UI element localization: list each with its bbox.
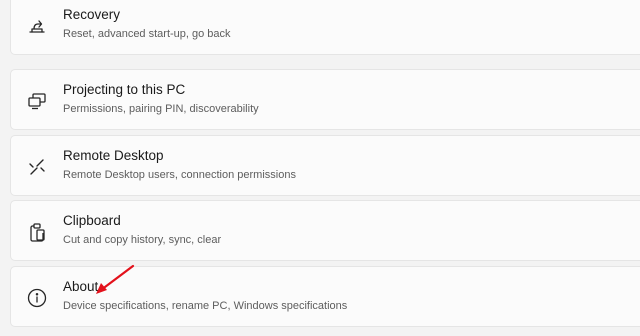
settings-item-projecting[interactable]: Projecting to this PC Permissions, pairi… xyxy=(10,69,640,130)
settings-item-title: Remote Desktop xyxy=(63,148,164,163)
settings-item-title: Recovery xyxy=(63,7,121,22)
settings-item-subtitle: Permissions, pairing PIN, discoverabilit… xyxy=(63,103,259,115)
settings-item-subtitle: Device specifications, rename PC, Window… xyxy=(63,300,348,312)
recovery-icon xyxy=(26,15,48,37)
remote-desktop-icon xyxy=(26,156,48,178)
settings-item-subtitle: Cut and copy history, sync, clear xyxy=(63,234,222,246)
info-icon xyxy=(26,287,48,309)
settings-item-title: About xyxy=(63,279,99,294)
projecting-icon xyxy=(26,90,48,112)
settings-item-title: Projecting to this PC xyxy=(63,82,186,97)
settings-item-subtitle: Remote Desktop users, connection permiss… xyxy=(63,169,296,181)
settings-item-recovery[interactable]: Recovery Reset, advanced start-up, go ba… xyxy=(10,0,640,55)
settings-item-about[interactable]: About Device specifications, rename PC, … xyxy=(10,266,640,327)
settings-item-clipboard[interactable]: Clipboard Cut and copy history, sync, cl… xyxy=(10,200,640,261)
settings-item-remote-desktop[interactable]: Remote Desktop Remote Desktop users, con… xyxy=(10,135,640,196)
settings-item-subtitle: Reset, advanced start-up, go back xyxy=(63,28,231,40)
settings-item-title: Clipboard xyxy=(63,213,121,228)
clipboard-icon xyxy=(26,221,48,243)
